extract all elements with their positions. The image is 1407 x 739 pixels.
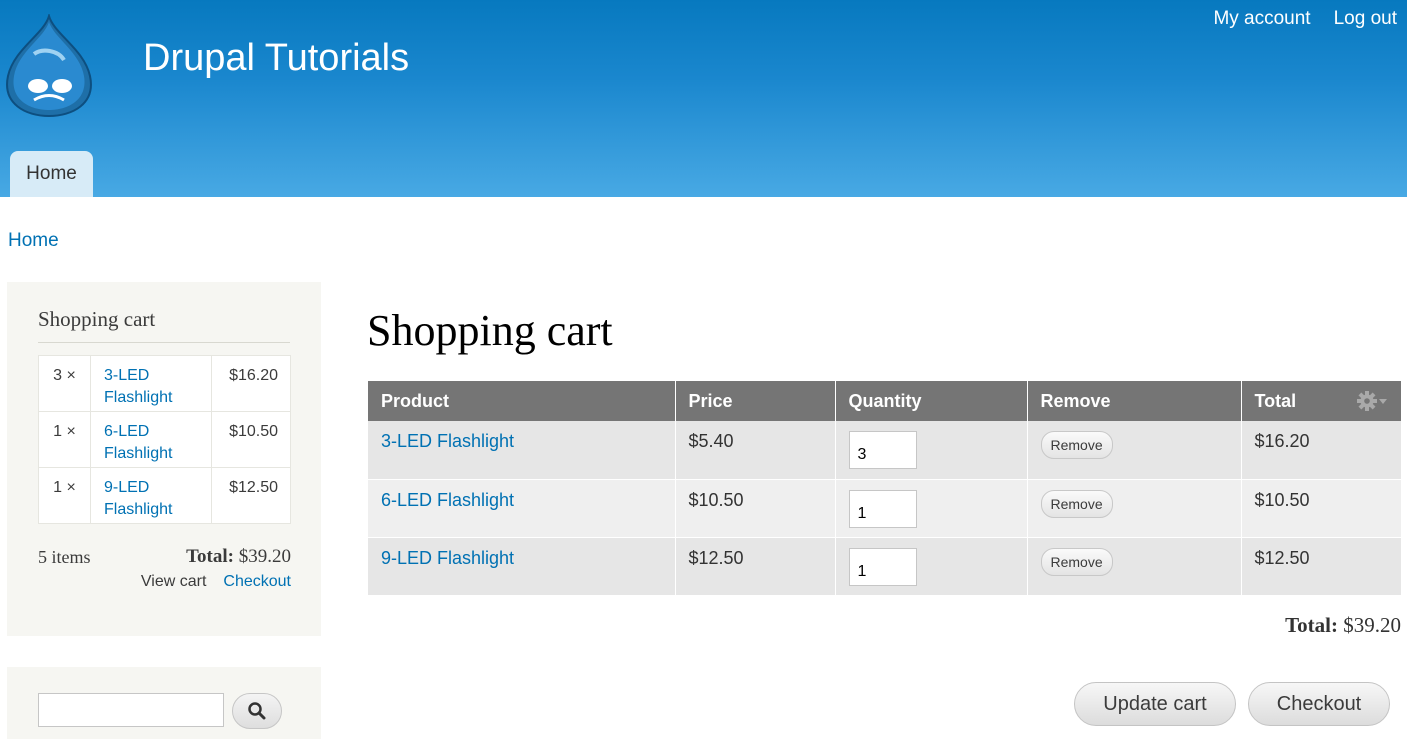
unit-price: $5.40 — [675, 421, 836, 480]
mini-cart-total-value: $39.20 — [238, 546, 291, 567]
cart-row: 9-LED Flashlight $12.50 Remove $12.50 — [368, 537, 1401, 596]
mini-cart-price: $16.20 — [211, 355, 291, 412]
cart-block-title: Shopping cart — [38, 307, 290, 343]
mini-cart-qty: 3 × — [38, 355, 91, 412]
mini-cart-total-label: Total: — [186, 546, 234, 567]
quantity-input[interactable] — [848, 489, 917, 528]
search-icon — [248, 702, 266, 720]
mini-cart-row: 3 × 3-LED Flashlight $16.20 — [38, 355, 291, 412]
line-total: $12.50 — [1241, 537, 1401, 596]
gear-icon[interactable] — [1356, 389, 1390, 413]
cart-table: Product Price Quantity Remove Total 3-LE… — [368, 381, 1401, 596]
cart-row: 6-LED Flashlight $10.50 Remove $10.50 — [368, 479, 1401, 538]
cart-total: Total: $39.20 — [1285, 613, 1401, 638]
column-header-remove: Remove — [1027, 381, 1242, 421]
mini-cart-product-link[interactable]: 9-LED Flashlight — [104, 479, 172, 518]
product-link[interactable]: 6-LED Flashlight — [381, 490, 514, 510]
line-total: $16.20 — [1241, 421, 1401, 480]
column-header-quantity: Quantity — [835, 381, 1028, 421]
cart-total-value: $39.20 — [1343, 613, 1401, 637]
cart-item-count: 5 items — [38, 547, 91, 567]
mini-cart-product-link[interactable]: 3-LED Flashlight — [104, 367, 172, 406]
column-header-total-label: Total — [1254, 390, 1297, 411]
unit-price: $10.50 — [675, 479, 836, 538]
mini-cart-total: Total: $39.20 — [186, 546, 291, 568]
remove-button[interactable]: Remove — [1040, 547, 1113, 576]
site-header: Drupal Tutorials My account Log out Home — [0, 0, 1407, 197]
log-out-link[interactable]: Log out — [1334, 8, 1397, 30]
mini-cart-product-link[interactable]: 6-LED Flashlight — [104, 423, 172, 462]
mini-cart-table: 3 × 3-LED Flashlight $16.20 1 × 6-LED Fl… — [38, 355, 291, 524]
column-header-price: Price — [675, 381, 836, 421]
sidebar-search-block — [7, 667, 321, 739]
main-menu-tab-home[interactable]: Home — [10, 151, 93, 197]
column-header-product: Product — [368, 381, 676, 421]
page-title: Shopping cart — [367, 306, 613, 355]
quantity-input[interactable] — [848, 547, 917, 586]
site-name[interactable]: Drupal Tutorials — [143, 37, 409, 80]
search-button[interactable] — [232, 693, 282, 729]
secondary-menu: My account Log out — [1213, 8, 1397, 30]
product-link[interactable]: 9-LED Flashlight — [381, 548, 514, 568]
view-cart-link[interactable]: View cart — [141, 573, 207, 591]
mini-cart-qty: 1 × — [38, 467, 91, 524]
cart-block-links: View cart Checkout — [141, 573, 291, 591]
checkout-button[interactable]: Checkout — [1248, 682, 1390, 726]
cart-row: 3-LED Flashlight $5.40 Remove $16.20 — [368, 421, 1401, 480]
mini-cart-qty: 1 × — [38, 411, 91, 468]
mini-cart-row: 1 × 6-LED Flashlight $10.50 — [38, 411, 291, 468]
product-link[interactable]: 3-LED Flashlight — [381, 431, 514, 451]
sidebar-cart-block: Shopping cart 3 × 3-LED Flashlight $16.2… — [7, 282, 321, 636]
remove-button[interactable]: Remove — [1040, 489, 1113, 518]
search-input[interactable] — [38, 693, 224, 727]
my-account-link[interactable]: My account — [1213, 8, 1310, 30]
quantity-input[interactable] — [848, 431, 917, 469]
drupal-logo-icon[interactable] — [4, 12, 94, 118]
line-total: $10.50 — [1241, 479, 1401, 538]
mini-cart-price: $12.50 — [211, 467, 291, 524]
cart-total-label: Total: — [1285, 613, 1338, 637]
column-header-total: Total — [1241, 381, 1401, 421]
breadcrumb-home-link[interactable]: Home — [8, 230, 59, 252]
update-cart-button[interactable]: Update cart — [1074, 682, 1236, 726]
unit-price: $12.50 — [675, 537, 836, 596]
mini-cart-price: $10.50 — [211, 411, 291, 468]
remove-button[interactable]: Remove — [1040, 431, 1113, 459]
mini-cart-row: 1 × 9-LED Flashlight $12.50 — [38, 467, 291, 524]
sidebar-checkout-link[interactable]: Checkout — [223, 573, 291, 591]
